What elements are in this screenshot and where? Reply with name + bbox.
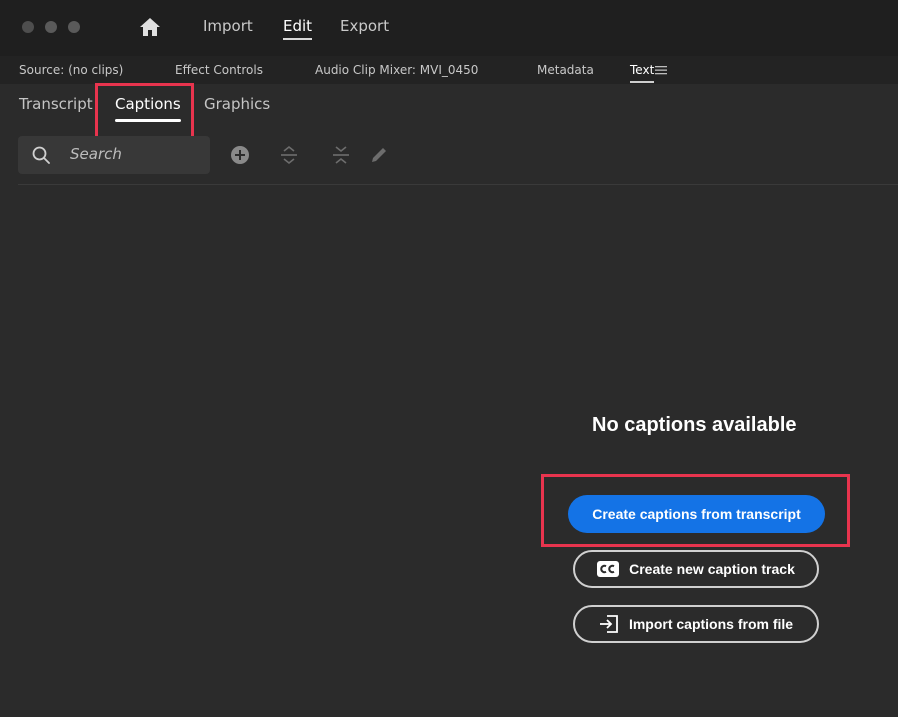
import-captions-from-file-label: Import captions from file	[628, 616, 794, 632]
tab-effect-controls[interactable]: Effect Controls	[175, 63, 263, 77]
tab-source[interactable]: Source: (no clips)	[19, 63, 123, 77]
add-icon[interactable]	[229, 144, 251, 166]
import-icon	[599, 615, 618, 633]
create-new-caption-track-button[interactable]: Create new caption track	[573, 550, 819, 588]
menu-edit[interactable]: Edit	[283, 17, 313, 40]
search-placeholder: Search	[70, 145, 122, 163]
edit-icon[interactable]	[368, 144, 390, 166]
menu-import[interactable]: Import	[203, 17, 253, 35]
create-new-caption-track-label: Create new caption track	[629, 561, 795, 577]
subtab-graphics[interactable]: Graphics	[204, 95, 270, 113]
window-minimize-dot[interactable]	[45, 21, 57, 33]
tab-metadata[interactable]: Metadata	[537, 63, 594, 77]
empty-state-title: No captions available	[592, 414, 797, 436]
expand-icon[interactable]	[278, 144, 300, 166]
tab-text-label: Text	[630, 63, 655, 77]
search-input[interactable]: Search	[18, 136, 210, 174]
title-bar: Import Edit Export	[0, 0, 898, 56]
collapse-icon[interactable]	[330, 144, 352, 166]
panel-tab-bar: Source: (no clips) Effect Controls Audio…	[0, 56, 898, 84]
menu-icon[interactable]	[655, 65, 667, 75]
captions-tab-highlight	[95, 83, 194, 139]
subtab-transcript[interactable]: Transcript	[19, 95, 93, 113]
create-captions-highlight	[541, 474, 850, 547]
search-icon	[32, 146, 50, 164]
panel-divider	[18, 184, 898, 185]
tab-audio-clip-mixer[interactable]: Audio Clip Mixer: MVI_0450	[315, 63, 478, 77]
menu-export[interactable]: Export	[340, 17, 389, 35]
window-zoom-dot[interactable]	[68, 21, 80, 33]
import-captions-from-file-button[interactable]: Import captions from file	[573, 605, 819, 643]
cc-icon	[597, 561, 620, 577]
tab-text[interactable]: Text	[630, 63, 655, 83]
active-tab-underline	[630, 81, 655, 83]
home-icon[interactable]	[139, 17, 161, 37]
window-close-dot[interactable]	[22, 21, 34, 33]
